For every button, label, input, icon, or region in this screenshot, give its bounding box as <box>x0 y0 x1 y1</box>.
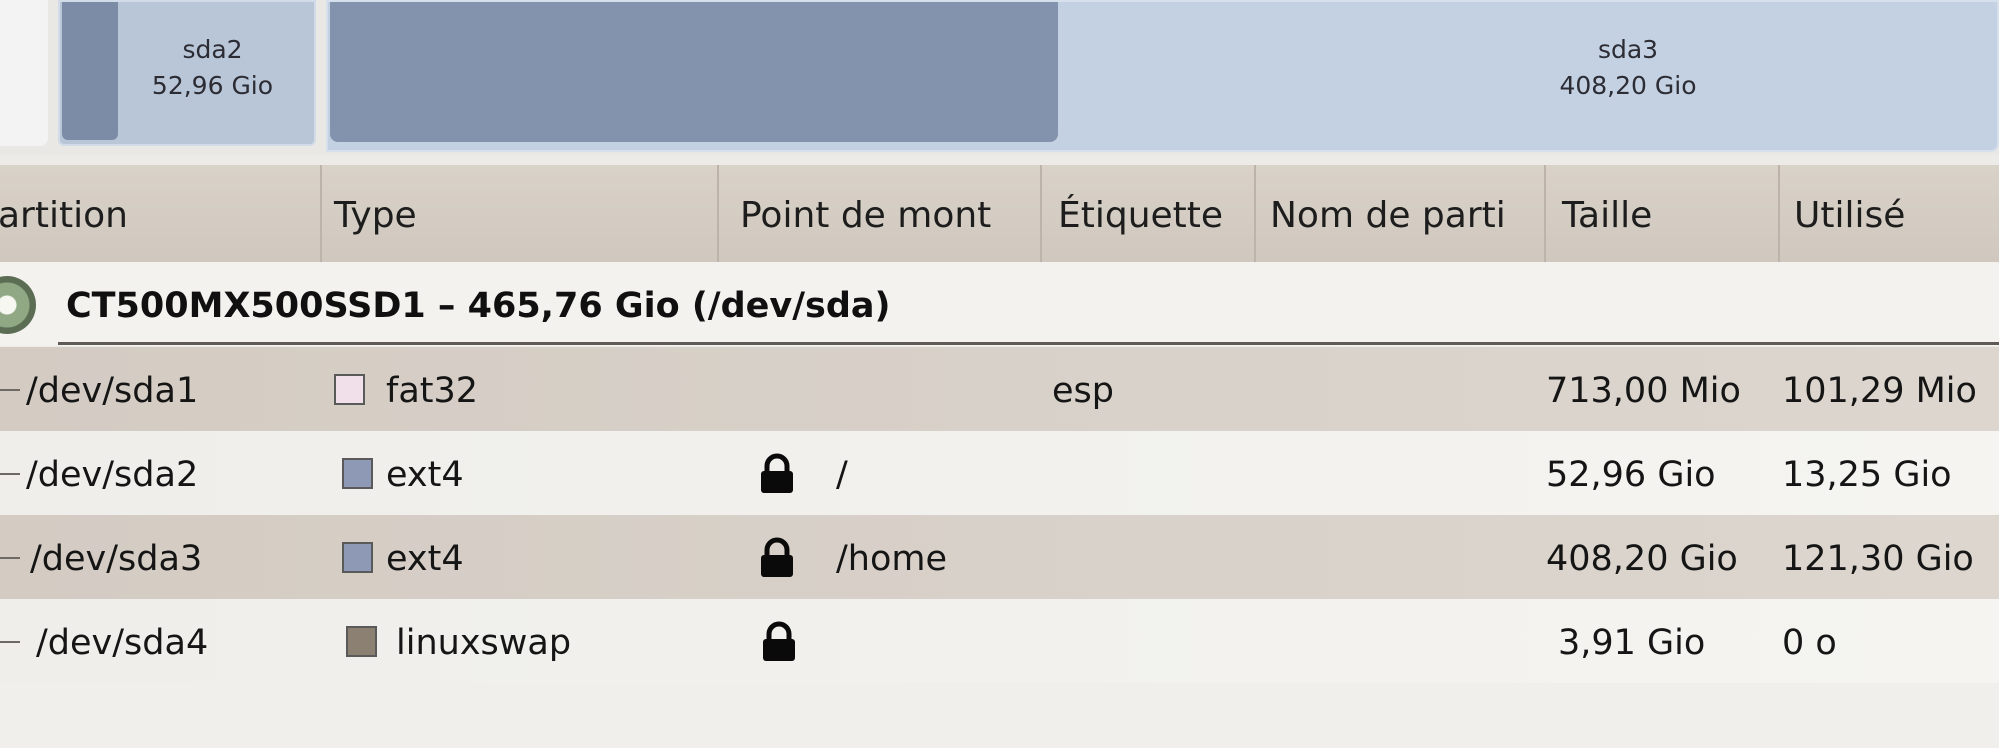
partition-block-name: sda2 <box>182 35 243 64</box>
partition-used: 121,30 Gio <box>1782 539 1974 579</box>
partition-used: 0 o <box>1782 623 1837 663</box>
partition-size: 52,96 Gio <box>1546 455 1716 495</box>
lock-icon <box>761 453 793 493</box>
column-header-used[interactable]: Utilisé <box>1782 165 1999 262</box>
partition-path: /dev/sda2 <box>26 455 199 495</box>
column-header-label[interactable]: Étiquette <box>1046 165 1256 262</box>
partition-block-fragment[interactable] <box>0 0 48 146</box>
table-row[interactable]: /dev/sda1 fat32 esp 713,00 Mio 101,29 Mi… <box>0 347 1999 431</box>
partition-block-size: 52,96 Gio <box>151 71 274 100</box>
partition-block-label: sda2 52,96 Gio <box>120 32 305 104</box>
partition-used: 13,25 Gio <box>1782 455 1952 495</box>
lock-icon <box>763 621 795 661</box>
fs-type: linuxswap <box>396 623 572 663</box>
table-empty-area <box>0 683 1999 748</box>
partition-used: 101,29 Mio <box>1782 371 1977 411</box>
tree-connector <box>0 389 20 391</box>
partition-path: /dev/sda4 <box>36 623 209 663</box>
used-space-bar <box>330 2 1058 142</box>
fs-color-swatch <box>342 542 373 573</box>
tree-connector <box>0 557 20 559</box>
partition-size: 3,91 Gio <box>1558 623 1706 663</box>
disk-icon <box>0 276 36 334</box>
column-header-bar: artition Type Point de mont Étiquette No… <box>0 165 1999 264</box>
fs-color-swatch <box>334 374 365 405</box>
table-row[interactable]: /dev/sda3 ext4 /home 408,20 Gio 121,30 G… <box>0 515 1999 599</box>
fs-color-swatch <box>346 626 377 657</box>
table-row[interactable]: /dev/sda4 linuxswap 3,91 Gio 0 o <box>0 599 1999 683</box>
partition-block-sda2[interactable]: sda2 52,96 Gio <box>58 0 316 146</box>
mount-point: /home <box>836 539 948 579</box>
partition-block-name: sda3 <box>1597 35 1659 64</box>
tree-connector <box>0 473 20 475</box>
fs-type: ext4 <box>386 455 464 495</box>
device-row[interactable]: CT500MX500SSD1 – 465,76 Gio (/dev/sda) <box>0 262 1999 346</box>
partition-block-size: 408,20 Gio <box>1559 71 1697 100</box>
partition-block-sda3[interactable]: sda3 408,20 Gio <box>326 0 1999 152</box>
lock-icon <box>761 537 793 577</box>
partition-path: /dev/sda3 <box>30 539 203 579</box>
partition-path: /dev/sda1 <box>26 371 199 411</box>
partition-map: sda2 52,96 Gio sda3 408,20 Gio <box>0 0 1999 155</box>
column-header-partition[interactable]: artition <box>0 165 322 262</box>
fs-type: fat32 <box>386 371 479 411</box>
partition-label: esp <box>1052 371 1114 411</box>
mount-point: / <box>836 455 848 495</box>
column-header-type[interactable]: Type <box>322 165 719 262</box>
divider <box>58 342 1999 345</box>
device-title: CT500MX500SSD1 – 465,76 Gio (/dev/sda) <box>66 286 891 326</box>
table-row[interactable]: /dev/sda2 ext4 / 52,96 Gio 13,25 Gio <box>0 431 1999 515</box>
partition-block-label: sda3 408,20 Gio <box>1348 32 1908 104</box>
partition-size: 408,20 Gio <box>1546 539 1738 579</box>
column-header-size[interactable]: Taille <box>1550 165 1780 262</box>
used-space-bar <box>62 2 118 140</box>
partition-size: 713,00 Mio <box>1546 371 1741 411</box>
column-header-mount-point[interactable]: Point de mont <box>728 165 1042 262</box>
tree-connector <box>0 641 20 643</box>
fs-type: ext4 <box>386 539 464 579</box>
column-header-partition-name[interactable]: Nom de parti <box>1258 165 1546 262</box>
fs-color-swatch <box>342 458 373 489</box>
